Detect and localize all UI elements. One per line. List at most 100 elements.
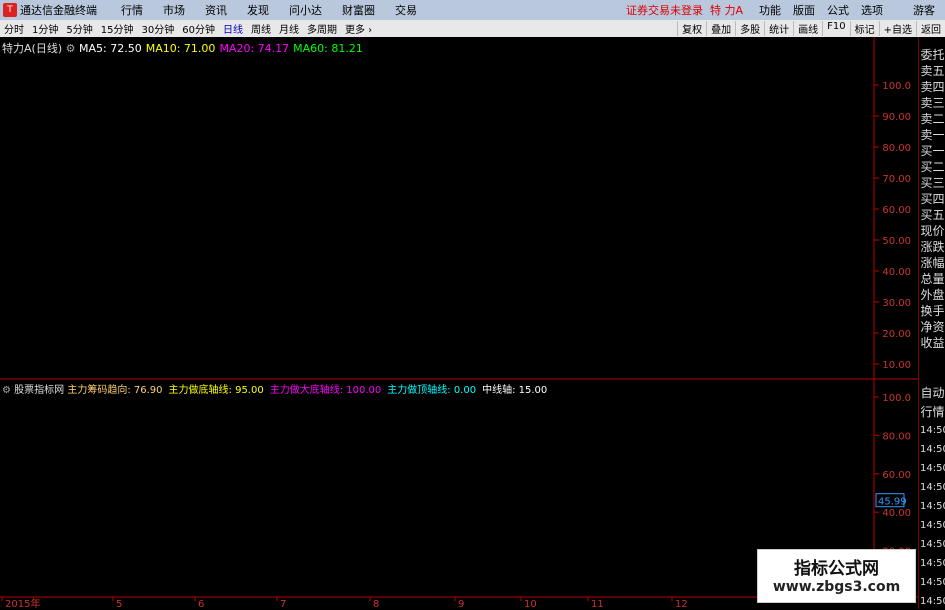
price-label: 100.0	[882, 81, 911, 92]
menu-quotes[interactable]: 行情	[111, 2, 153, 18]
menu-trade[interactable]: 交易	[385, 2, 427, 18]
period-4[interactable]: 30分钟	[137, 21, 178, 36]
period-6[interactable]: 日线	[219, 21, 247, 36]
toolbar-btn-6[interactable]: 标记	[849, 21, 879, 36]
quote-field-9: 买四	[920, 192, 945, 206]
tick-row-5: 14:50	[920, 482, 945, 493]
login-warning: 证券交易未登录 特 力A	[625, 4, 743, 17]
tick-row-0: 自动	[920, 386, 945, 400]
quote-field-4: 卖二	[920, 112, 945, 126]
quote-field-15: 外盘	[920, 288, 945, 302]
indicator-name: 股票指标网	[14, 385, 65, 396]
menu-layout[interactable]: 版面	[787, 2, 821, 18]
menu-ask[interactable]: 问小达	[279, 2, 332, 18]
period-9[interactable]: 多周期	[303, 21, 341, 36]
period-8[interactable]: 月线	[275, 21, 303, 36]
tick-row-11: 14:50	[920, 596, 945, 607]
guest-login[interactable]: 游客	[913, 2, 935, 18]
quote-field-10: 买五	[920, 208, 945, 222]
right-quote-panel: 委托 卖五 卖四 卖三 卖二 卖一 买一 买二 买三 买四 买五 现价 涨跌 涨幅 总量 外盘 换手 净资 收益 自动…	[918, 37, 945, 609]
ma-label-0: MA5: 72.50	[79, 42, 142, 55]
toolbar-btn-0[interactable]: 复权	[677, 21, 706, 36]
menu-wealth[interactable]: 财富圈	[332, 2, 385, 18]
price-label: 70.00	[882, 174, 911, 185]
tick-row-6: 14:50	[920, 501, 945, 512]
indicator-label-2: 主力做大底轴线: 100.00	[269, 385, 382, 396]
date-label: 12	[675, 599, 688, 609]
period-1[interactable]: 1分钟	[28, 21, 62, 36]
quote-field-11: 现价	[920, 224, 945, 238]
period-label: (日线)	[31, 42, 63, 55]
period-10[interactable]: 更多 ›	[341, 21, 376, 36]
gear-icon[interactable]: ⚙	[2, 385, 11, 396]
period-toolbar: 分时 1分钟 5分钟 15分钟 30分钟 60分钟 日线 周线 月线 多周期 更多 › 复权 叠加 多股…	[0, 20, 945, 38]
menu-news[interactable]: 资讯	[195, 2, 237, 18]
quote-field-0: 委托	[920, 48, 945, 62]
period-5[interactable]: 60分钟	[178, 21, 219, 36]
kline-info: 特力A(日线) ⚙ MA5: 72.50 MA10: 71.00 MA20: 74.…	[2, 40, 367, 56]
date-label: 8	[373, 599, 379, 609]
period-3[interactable]: 15分钟	[97, 21, 138, 36]
toolbar-right: 复权 叠加 多股 统计 画线 F10 标记 +自选 返回	[677, 21, 945, 36]
quote-field-16: 换手	[920, 304, 945, 318]
menu-discover[interactable]: 发现	[237, 2, 279, 18]
tick-row-7: 14:50	[920, 520, 945, 531]
toolbar-btn-5[interactable]: F10	[822, 21, 849, 36]
price-label: 20.00	[882, 329, 911, 340]
toolbar-btn-2[interactable]: 多股	[735, 21, 764, 36]
quote-field-2: 卖四	[920, 80, 945, 94]
chart-area[interactable]: 108.009.88 100.090.0080.0070.0060.0050.0…	[0, 37, 918, 609]
indicator-info: ⚙ 股票指标网 主力筹码趋向: 76.90 主力做底轴线: 95.00 主力做大底轴…	[2, 381, 553, 396]
watermark: 指标公式网 www.zbgs3.com	[757, 549, 916, 603]
quote-field-6: 买一	[920, 144, 945, 158]
date-label: 2015年	[5, 597, 40, 609]
ma-legend: MA5: 72.50 MA10: 71.00 MA20: 74.17 MA60: 81…	[79, 42, 367, 55]
price-axis: 100.0 90.00 80.00 70.00 60.00 50.00 40.00 30.00…	[0, 37, 918, 609]
ind-label: 80.00	[882, 431, 911, 442]
period-2[interactable]: 5分钟	[62, 21, 96, 36]
date-label: 10	[524, 599, 537, 609]
tick-row-8: 14:50	[920, 539, 945, 550]
quote-field-13: 涨幅	[920, 256, 945, 270]
toolbar-btn-3[interactable]: 统计	[764, 21, 793, 36]
ma-label-1: MA10: 71.00	[145, 42, 216, 55]
gear-icon[interactable]: ⚙	[66, 42, 76, 55]
indicator-legend: 主力筹码趋向: 76.90 主力做底轴线: 95.00 主力做大底轴线: 100.0…	[67, 385, 553, 396]
toolbar-btn-7[interactable]: +自选	[878, 21, 916, 36]
ind-label: 60.00	[882, 470, 911, 481]
quote-field-5: 卖一	[920, 128, 945, 142]
date-label: 6	[198, 599, 204, 609]
indicator-label-4: 中线轴: 15.00	[482, 385, 548, 396]
tick-row-9: 14:50	[920, 558, 945, 569]
toolbar-btn-1[interactable]: 叠加	[706, 21, 735, 36]
indicator-label-0: 主力筹码趋向: 76.90	[67, 385, 163, 396]
app-logo-icon: T	[3, 3, 17, 17]
watermark-title: 指标公式网	[794, 559, 879, 579]
watermark-url: www.zbgs3.com	[772, 579, 901, 595]
quote-field-7: 买二	[920, 160, 945, 174]
tick-row-1: 行情	[920, 405, 945, 419]
ind-label: 100.0	[882, 393, 911, 404]
quote-field-8: 买三	[920, 176, 945, 190]
menu-function[interactable]: 功能	[753, 2, 787, 18]
price-label: 90.00	[882, 112, 911, 123]
tick-row-2: 14:50	[920, 425, 945, 436]
menu-market[interactable]: 市场	[153, 2, 195, 18]
indicator-label-3: 主力做顶轴线: 0.00	[387, 385, 477, 396]
quote-field-14: 总量	[920, 272, 945, 286]
toolbar-btn-8[interactable]: 返回	[916, 21, 945, 36]
price-label: 50.00	[882, 236, 911, 247]
menu-options[interactable]: 选项	[855, 2, 889, 18]
quote-field-12: 涨跌	[920, 240, 945, 254]
chart-bg	[0, 37, 918, 609]
period-0[interactable]: 分时	[0, 21, 28, 36]
menu-formula[interactable]: 公式	[821, 2, 855, 18]
toolbar-btn-4[interactable]: 画线	[793, 21, 822, 36]
price-label: 30.00	[882, 298, 911, 309]
title-bar: T 通达信金融终端 行情 市场 资讯 发现 问小达 财富圈 交易 证券交易未登录…	[0, 0, 945, 20]
tick-row-3: 14:50	[920, 444, 945, 455]
quote-field-3: 卖三	[920, 96, 945, 110]
quote-field-17: 净资	[920, 320, 945, 334]
quote-field-18: 收益	[920, 336, 945, 350]
period-7[interactable]: 周线	[247, 21, 275, 36]
